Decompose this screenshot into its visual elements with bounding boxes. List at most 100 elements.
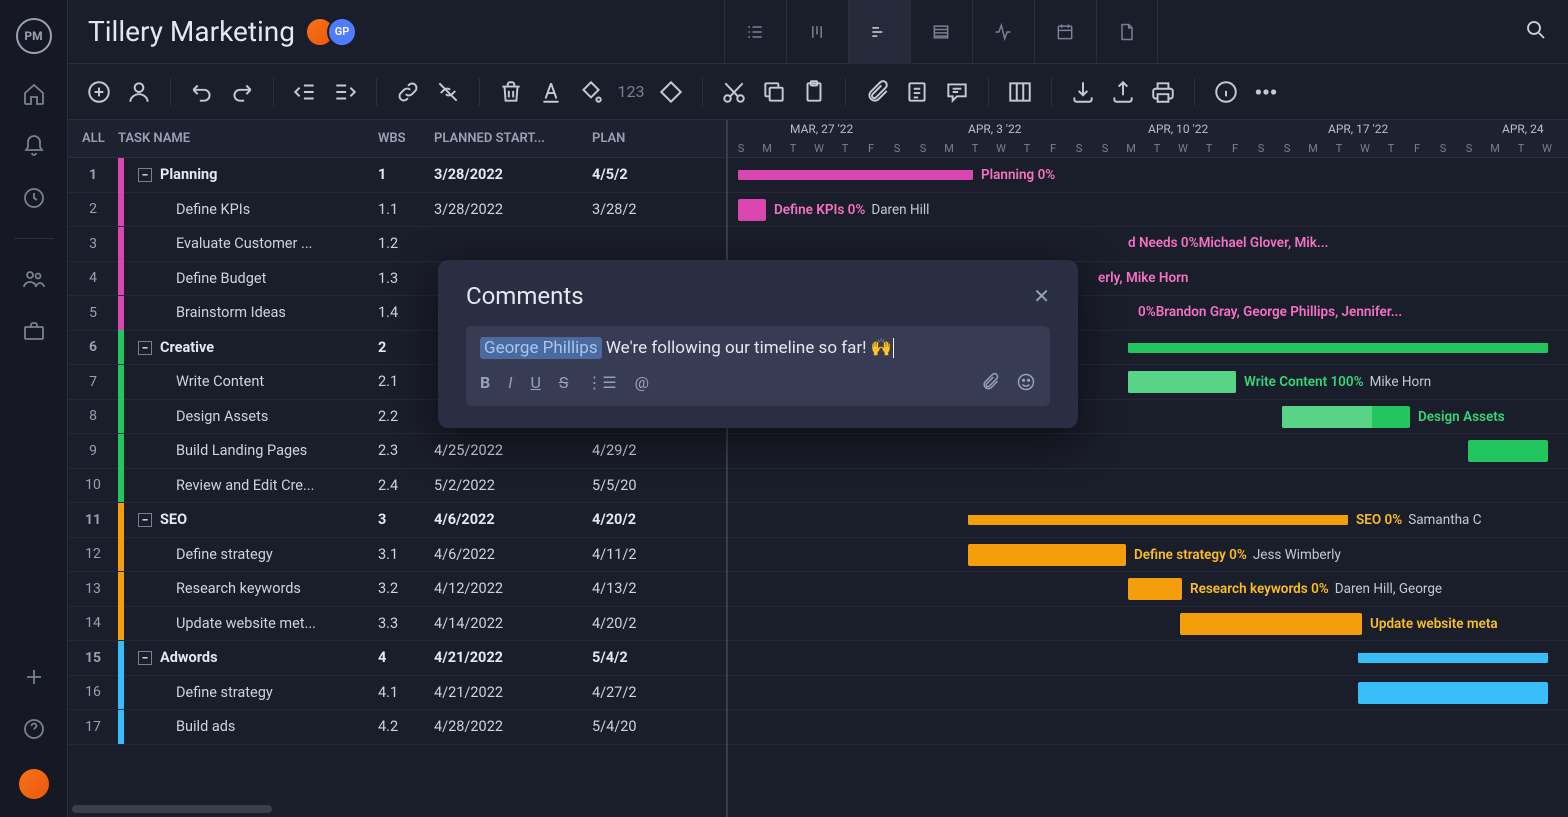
calendar-view-tab[interactable] <box>1034 0 1096 64</box>
list-view-tab[interactable] <box>724 0 786 64</box>
unlink-icon[interactable] <box>435 79 461 105</box>
help-icon[interactable] <box>22 717 46 741</box>
mention-tag[interactable]: George Phillips <box>480 337 602 359</box>
timeline-row[interactable]: Planning 0% <box>728 158 1568 193</box>
task-row[interactable]: 15−Adwords44/21/20225/4/2 <box>68 641 726 676</box>
indent-icon[interactable] <box>332 79 358 105</box>
mention-icon[interactable]: @ <box>635 373 649 392</box>
timeline-row[interactable] <box>728 469 1568 504</box>
separator <box>170 78 171 106</box>
task-row[interactable]: 9Build Landing Pages2.34/25/20224/29/2 <box>68 434 726 469</box>
more-icon[interactable] <box>1253 79 1279 105</box>
app-logo[interactable]: PM <box>16 18 52 54</box>
underline-icon[interactable]: U <box>530 373 540 392</box>
file-view-tab[interactable] <box>1096 0 1158 64</box>
col-name[interactable]: TASK NAME <box>118 131 378 146</box>
separator <box>479 78 480 106</box>
timeline-row[interactable] <box>728 710 1568 745</box>
outdent-icon[interactable] <box>292 79 318 105</box>
text-style-icon[interactable] <box>538 79 564 105</box>
link-icon[interactable] <box>395 79 421 105</box>
separator <box>988 78 989 106</box>
copy-icon[interactable] <box>761 79 787 105</box>
info-icon[interactable] <box>1213 79 1239 105</box>
paste-icon[interactable] <box>801 79 827 105</box>
person-icon[interactable] <box>126 79 152 105</box>
task-row[interactable]: 3Evaluate Customer ...1.2 <box>68 227 726 262</box>
timeline-body[interactable]: Planning 0%Define KPIs 0%Daren Hilld Nee… <box>728 158 1568 745</box>
task-row[interactable]: 17Build ads4.24/28/20225/4/20 <box>68 710 726 745</box>
columns-icon[interactable] <box>1007 79 1033 105</box>
task-row[interactable]: 13Research keywords3.24/12/20224/13/2 <box>68 572 726 607</box>
undo-icon[interactable] <box>189 79 215 105</box>
gantt-view-tab[interactable] <box>848 0 910 64</box>
timeline-row[interactable]: Define KPIs 0%Daren Hill <box>728 193 1568 228</box>
briefcase-icon[interactable] <box>22 319 46 343</box>
search-icon[interactable] <box>1524 18 1548 46</box>
sheet-view-tab[interactable] <box>910 0 972 64</box>
timeline-row[interactable]: d Needs 0%Michael Glover, Mik... <box>728 227 1568 262</box>
task-row[interactable]: 10Review and Edit Cre...2.45/2/20225/5/2… <box>68 469 726 504</box>
home-icon[interactable] <box>22 82 46 106</box>
member-avatars[interactable]: GP <box>313 17 357 47</box>
diamond-icon[interactable] <box>658 79 684 105</box>
task-row[interactable]: 16Define strategy4.14/21/20224/27/2 <box>68 676 726 711</box>
task-grid: ALL TASK NAME WBS PLANNED START... PLAN … <box>68 120 728 817</box>
italic-icon[interactable]: I <box>508 373 512 392</box>
separator <box>273 78 274 106</box>
print-icon[interactable] <box>1150 79 1176 105</box>
fill-icon[interactable] <box>578 79 604 105</box>
scrollbar[interactable] <box>72 805 272 813</box>
timeline-row[interactable]: SEO 0%Samantha C <box>728 503 1568 538</box>
list-icon[interactable]: ⋮☰ <box>586 373 616 392</box>
close-icon[interactable]: ✕ <box>1033 284 1050 308</box>
timeline-row[interactable] <box>728 676 1568 711</box>
task-row[interactable]: 1−Planning13/28/20224/5/2 <box>68 158 726 193</box>
task-row[interactable]: 12Define strategy3.14/6/20224/11/2 <box>68 538 726 573</box>
view-tabs <box>724 0 1158 64</box>
redo-icon[interactable] <box>229 79 255 105</box>
left-rail: PM <box>0 0 68 817</box>
strike-icon[interactable]: S <box>559 373 569 392</box>
attach-icon[interactable] <box>864 79 890 105</box>
separator <box>1194 78 1195 106</box>
activity-view-tab[interactable] <box>972 0 1034 64</box>
clock-icon[interactable] <box>22 186 46 210</box>
col-wbs[interactable]: WBS <box>378 131 434 146</box>
timeline-row[interactable] <box>728 641 1568 676</box>
board-view-tab[interactable] <box>786 0 848 64</box>
comment-input[interactable]: George Phillips We're following our time… <box>466 326 1050 406</box>
bold-icon[interactable]: B <box>480 373 490 392</box>
avatar-2[interactable]: GP <box>327 17 357 47</box>
toolbar: 123 <box>68 64 1568 120</box>
timeline-row[interactable] <box>728 434 1568 469</box>
col-start[interactable]: PLANNED START... <box>434 131 592 146</box>
trash-icon[interactable] <box>498 79 524 105</box>
emoji-icon[interactable] <box>1016 370 1036 394</box>
note-icon[interactable] <box>904 79 930 105</box>
content: ALL TASK NAME WBS PLANNED START... PLAN … <box>68 120 1568 817</box>
timeline-row[interactable]: Define strategy 0%Jess Wimberly <box>728 538 1568 573</box>
attachment-icon[interactable] <box>980 370 1000 394</box>
comment-icon[interactable] <box>944 79 970 105</box>
popup-title: Comments <box>466 282 584 310</box>
col-all[interactable]: ALL <box>68 131 118 146</box>
task-row[interactable]: 11−SEO34/6/20224/20/2 <box>68 503 726 538</box>
user-avatar[interactable] <box>19 769 49 799</box>
people-icon[interactable] <box>22 267 46 291</box>
import-icon[interactable] <box>1070 79 1096 105</box>
comments-popup: Comments ✕ George Phillips We're followi… <box>438 260 1078 428</box>
task-row[interactable]: 2Define KPIs1.13/28/20223/28/2 <box>68 193 726 228</box>
cut-icon[interactable] <box>721 79 747 105</box>
plus-icon[interactable] <box>22 665 46 689</box>
format-bar: B I U S ⋮☰ @ <box>480 370 1036 394</box>
add-icon[interactable] <box>86 79 112 105</box>
task-row[interactable]: 14Update website met...3.34/14/20224/20/… <box>68 607 726 642</box>
timeline-row[interactable]: Research keywords 0%Daren Hill, George <box>728 572 1568 607</box>
export-icon[interactable] <box>1110 79 1136 105</box>
timeline-row[interactable]: Update website meta <box>728 607 1568 642</box>
separator <box>702 78 703 106</box>
number-format[interactable]: 123 <box>618 79 644 105</box>
bell-icon[interactable] <box>22 134 46 158</box>
col-end[interactable]: PLAN <box>592 131 726 146</box>
